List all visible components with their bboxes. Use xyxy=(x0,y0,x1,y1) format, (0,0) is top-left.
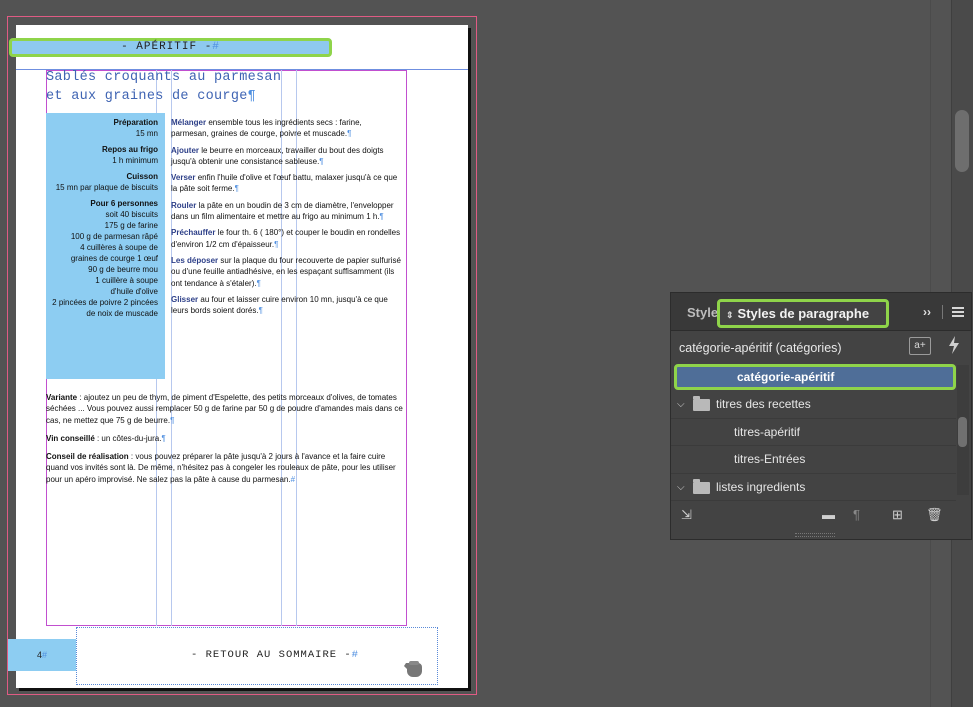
info-group: Cuisson 15 mn par plaque de biscuits xyxy=(46,171,158,193)
step-verb: Mélanger xyxy=(171,118,207,127)
title-line-1: Sablés croquants au parmesan xyxy=(46,70,282,85)
info-line: 90 g de beurre mou xyxy=(88,265,158,274)
panel-footer: ⇲ ▬ ¶ ⊞ 🗑 xyxy=(671,501,971,531)
style-group-row[interactable]: ⌵ listes ingredients xyxy=(671,474,956,501)
info-block: Préparation 15 mn Repos au frigo 1 h minimu… xyxy=(46,113,165,319)
step-text: enfin l'huile d'olive et l'œuf battu, ma… xyxy=(171,173,398,194)
style-group-row[interactable]: ⌵ titres des recettes xyxy=(671,391,956,419)
step-verb: Rouler xyxy=(171,200,197,210)
info-line: 1 cuillère à soupe xyxy=(95,276,158,285)
hand-pointer-icon xyxy=(404,661,422,677)
variante-paragraph: Variante : ajoutez un peu de thym, de pi… xyxy=(46,393,403,425)
title-line-2: et aux graines de courge¶ xyxy=(46,89,257,104)
style-row-label: titres-Entrées xyxy=(734,452,806,466)
info-label: Préparation xyxy=(113,118,158,127)
create-style-from-selection-button[interactable]: a+ xyxy=(909,337,931,355)
info-line: 2 pincées de poivre 2 pincées xyxy=(52,298,158,307)
recipe-step: Rouler la pâte en un boudin de 3 cm de d… xyxy=(171,200,394,222)
step-verb: Ajouter xyxy=(171,145,199,155)
style-row-label: listes ingredients xyxy=(716,479,806,494)
folder-icon xyxy=(693,478,710,494)
step-text: la pâte en un boudin de 3 cm de diamètre… xyxy=(171,200,394,222)
info-line: 4 cuillères à soupe de xyxy=(80,243,158,252)
info-group: Préparation 15 mn xyxy=(46,117,158,139)
trash-icon[interactable]: 🗑 xyxy=(926,507,943,523)
panel-menu-icon[interactable] xyxy=(952,307,964,319)
resize-grip[interactable] xyxy=(795,533,835,537)
recipe-notes[interactable]: Variante : ajoutez un peu de thym, de pi… xyxy=(46,392,406,492)
step-text: le beurre en morceaux, travailler du bou… xyxy=(171,145,384,166)
chevron-down-icon[interactable]: ⌵ xyxy=(677,391,685,418)
recipe-step: Les déposer sur la plaque du four recouv… xyxy=(171,255,401,288)
new-style-icon[interactable]: ⊞ xyxy=(892,507,903,523)
new-group-folder-icon[interactable]: ▬ xyxy=(822,507,835,522)
style-row[interactable]: titres-apéritif xyxy=(671,419,956,446)
updown-icon: ⇕ xyxy=(726,310,734,320)
tab-styles-de-paragraphe[interactable]: ⇕ Styles de paragraphe xyxy=(717,299,889,328)
style-row[interactable]: titres-Entrées xyxy=(671,446,956,474)
recipe-step: Verser enfin l'huile d'olive et l'œuf ba… xyxy=(171,173,398,194)
folder-icon xyxy=(693,396,710,411)
paragraph-styles-panel: Style ⇕ Styles de paragraphe ›› catégorie… xyxy=(670,292,972,540)
recipe-step: Mélanger ensemble tous les ingrédients s… xyxy=(171,118,362,139)
panel-tab-bar: Style ⇕ Styles de paragraphe ›› xyxy=(671,293,971,331)
style-row[interactable]: catégorie-apéritif xyxy=(674,364,956,390)
info-label: Pour 6 personnes xyxy=(90,199,158,208)
style-row-label: titres-apéritif xyxy=(734,424,801,439)
recipe-info-sidebar[interactable]: Préparation 15 mn Repos au frigo 1 h minimu… xyxy=(46,113,165,379)
step-text: au four et laisser cuire environ 10 mn, … xyxy=(171,294,388,316)
info-group: Pour 6 personnes soit 40 biscuits 175 g de… xyxy=(46,198,158,319)
info-line: 175 g de farine xyxy=(104,221,158,230)
divider xyxy=(942,305,943,319)
style-list: catégorie-apéritif ⌵ titres des recettes ti… xyxy=(671,363,956,501)
current-style-label: catégorie-apéritif (catégories) xyxy=(679,341,842,355)
category-header-frame[interactable]: - APÉRITIF -# xyxy=(9,38,332,57)
step-verb: Les déposer xyxy=(171,255,219,265)
recipe-step: Préchauffer le four th. 6 ( 180°) et cou… xyxy=(171,228,401,249)
info-line: graines de courge 1 œuf xyxy=(70,254,158,263)
info-line: 100 g de parmesan râpé xyxy=(70,232,158,241)
lightning-icon[interactable] xyxy=(948,336,960,354)
info-label: Cuisson xyxy=(126,172,158,181)
info-line: 15 mn xyxy=(135,129,158,138)
info-line: d'huile d'olive xyxy=(110,287,158,296)
chevron-down-icon[interactable]: ⌵ xyxy=(677,474,685,501)
info-group: Repos au frigo 1 h minimum xyxy=(46,144,158,166)
end-of-story-mark: # xyxy=(212,41,220,53)
info-line: 1 h minimum xyxy=(112,156,158,165)
vin-paragraph: Vin conseillé : un côtes-du-jura.¶ xyxy=(46,433,166,443)
recipe-title[interactable]: Sablés croquants au parmesan et aux grai… xyxy=(46,68,336,106)
vertical-scrollbar-thumb[interactable] xyxy=(955,110,969,172)
info-line: soit 40 biscuits xyxy=(105,210,158,219)
conseil-paragraph: Conseil de réalisation : vous pouvez pré… xyxy=(46,452,396,484)
load-styles-icon[interactable]: ⇲ xyxy=(681,507,692,523)
info-label: Repos au frigo xyxy=(101,145,158,154)
style-row-label: titres des recettes xyxy=(716,397,811,411)
page-number-frame[interactable]: 4# xyxy=(8,639,76,671)
recipe-step: Ajouter le beurre en morceaux, travaille… xyxy=(171,145,384,166)
step-verb: Glisser xyxy=(171,294,199,304)
info-line: 15 mn par plaque de biscuits xyxy=(55,183,158,192)
info-line: de noix de muscade xyxy=(86,309,158,318)
step-verb: Préchauffer xyxy=(171,228,216,238)
footer-link[interactable]: - RETOUR AU SOMMAIRE -# xyxy=(160,649,390,661)
style-row-label: catégorie-apéritif xyxy=(737,370,835,384)
step-verb: Verser xyxy=(171,173,196,183)
expand-panel-icon[interactable]: ›› xyxy=(923,305,931,319)
list-scrollbar-thumb[interactable] xyxy=(958,417,967,447)
recipe-steps[interactable]: Mélanger ensemble tous les ingrédients s… xyxy=(171,117,401,321)
recipe-step: Glisser au four et laisser cuire environ… xyxy=(171,294,388,316)
category-header-text: - APÉRITIF - xyxy=(121,41,213,53)
clear-overrides-icon[interactable]: ¶ xyxy=(853,507,860,522)
tab-styles[interactable]: Style xyxy=(687,305,718,320)
